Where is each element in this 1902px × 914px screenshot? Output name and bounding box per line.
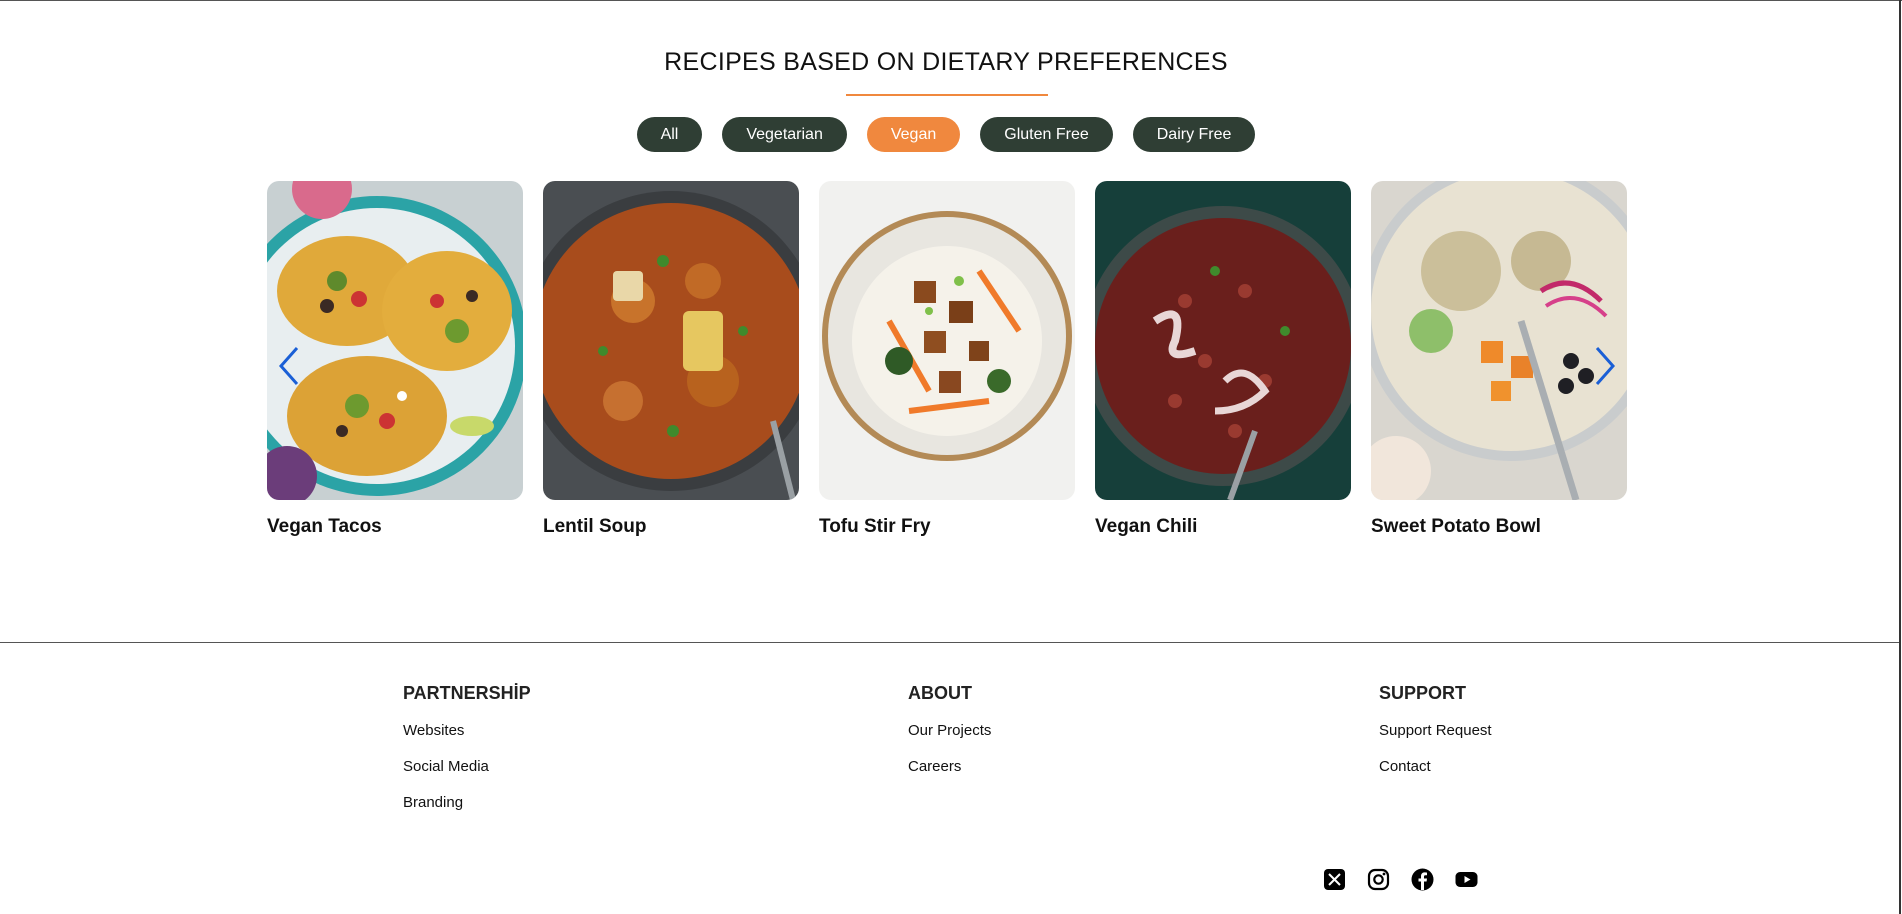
footer-link-careers[interactable]: Careers — [908, 758, 991, 775]
recipe-image[interactable] — [1371, 181, 1627, 500]
recipe-image[interactable] — [267, 181, 523, 500]
recipe-name[interactable]: Vegan Tacos — [267, 516, 523, 538]
footer-link-websites[interactable]: Websites — [403, 722, 531, 739]
filter-vegetarian[interactable]: Vegetarian — [722, 117, 847, 152]
recipe-image[interactable] — [543, 181, 799, 500]
carousel-prev-button[interactable] — [277, 345, 301, 387]
chevron-right-icon — [1595, 347, 1616, 385]
footer-heading: ABOUT — [908, 683, 972, 703]
social-links — [1323, 868, 1478, 891]
filter-all[interactable]: All — [636, 117, 703, 152]
filter-dairy-free[interactable]: Dairy Free — [1132, 117, 1256, 152]
footer-divider — [0, 642, 1899, 643]
filter-bar: All Vegetarian Vegan Gluten Free Dairy F… — [0, 117, 1892, 152]
footer-link-branding[interactable]: Branding — [403, 794, 531, 811]
scrollbar-edge — [1899, 0, 1901, 914]
x-twitter-icon[interactable] — [1323, 868, 1346, 891]
footer-link-support-request[interactable]: Support Request — [1379, 722, 1492, 739]
recipe-name[interactable]: Tofu Stir Fry — [819, 516, 1075, 538]
footer-link-social-media[interactable]: Social Media — [403, 758, 531, 775]
recipe-image[interactable] — [1095, 181, 1351, 500]
chevron-left-icon — [278, 347, 299, 385]
title-underline — [846, 94, 1048, 96]
youtube-icon[interactable] — [1455, 868, 1478, 891]
filter-vegan[interactable]: Vegan — [866, 117, 961, 152]
footer-partnership: PARTNERSHİP Websites Social Media Brandi… — [403, 683, 531, 830]
carousel-next-button[interactable] — [1593, 345, 1617, 387]
section-title: RECIPES BASED ON DIETARY PREFERENCES — [664, 48, 1228, 76]
footer-support: SUPPORT Support Request Contact — [1379, 683, 1492, 794]
footer-heading: SUPPORT — [1379, 683, 1467, 703]
recipe-image[interactable] — [819, 181, 1075, 500]
recipe-carousel: Vegan Tacos Lentil Soup Tofu Stir Fry Ve… — [267, 181, 1627, 538]
recipe-card[interactable]: Lentil Soup — [543, 181, 799, 538]
footer-link-our-projects[interactable]: Our Projects — [908, 722, 991, 739]
footer-about: ABOUT Our Projects Careers — [908, 683, 991, 794]
recipe-card[interactable]: Sweet Potato Bowl — [1371, 181, 1627, 538]
footer-heading: PARTNERSHİP — [403, 683, 531, 703]
recipe-card[interactable]: Vegan Tacos — [267, 181, 523, 538]
recipe-name[interactable]: Sweet Potato Bowl — [1371, 516, 1627, 538]
recipe-name[interactable]: Lentil Soup — [543, 516, 799, 538]
footer-link-contact[interactable]: Contact — [1379, 758, 1492, 775]
recipe-name[interactable]: Vegan Chili — [1095, 516, 1351, 538]
instagram-icon[interactable] — [1367, 868, 1390, 891]
recipe-card[interactable]: Vegan Chili — [1095, 181, 1351, 538]
top-border — [0, 0, 1902, 1]
filter-gluten-free[interactable]: Gluten Free — [980, 117, 1113, 152]
recipe-card[interactable]: Tofu Stir Fry — [819, 181, 1075, 538]
facebook-icon[interactable] — [1411, 868, 1434, 891]
